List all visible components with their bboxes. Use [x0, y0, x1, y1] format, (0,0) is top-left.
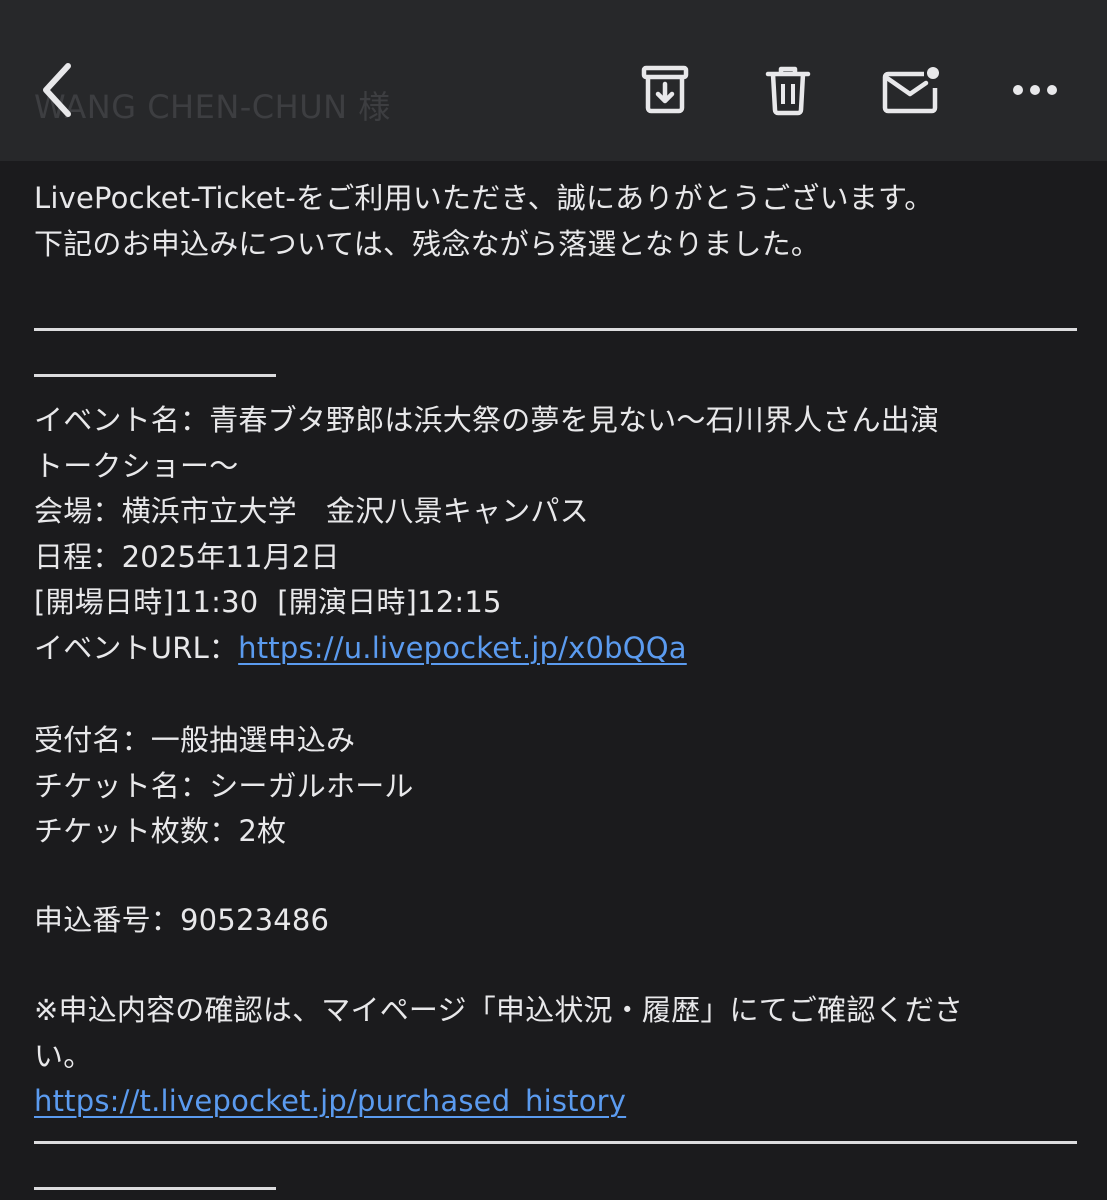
email-toolbar: WANG CHEN-CHUN 様 — [0, 0, 1107, 161]
back-arrow-icon — [43, 63, 71, 117]
application-number-line: 申込番号：90523486 — [34, 903, 330, 937]
mark-unread-button[interactable] — [880, 58, 944, 122]
history-url-link[interactable]: https://t.livepocket.jp/purchased_histor… — [34, 1084, 626, 1118]
email-intro: LivePocket-Ticket-をご利用いただき、誠にありがとうございます。… — [34, 176, 1079, 267]
note-line-1: ※申込内容の確認は、マイページ「申込状況・履歴」にてご確認くださ — [34, 993, 964, 1027]
event-name-line-2: トークショー〜 — [34, 448, 239, 483]
event-details: イベント名：青春ブタ野郎は浜大祭の夢を見ない〜石川界人さん出演 トークショー〜 … — [34, 398, 1079, 671]
intro-line-2: 下記のお申込みについては、残念ながら落選となりました。 — [34, 226, 821, 261]
ticket-count-line: チケット枚数：2枚 — [34, 814, 287, 848]
trash-icon — [765, 66, 811, 116]
back-button[interactable] — [26, 58, 90, 122]
date-line: 日程：2025年11月2日 — [34, 539, 340, 574]
ticket-name-line: チケット名：シーガルホール — [34, 768, 414, 803]
divider-line-continued — [34, 374, 276, 377]
event-url-label: イベントURL： — [34, 630, 239, 665]
times-line: [開場日時]11:30 [開演日時]12:15 — [34, 585, 502, 619]
event-name-line-1: イベント名：青春ブタ野郎は浜大祭の夢を見ない〜石川界人さん出演 — [34, 403, 940, 437]
reception-name-line: 受付名：一般抽選申込み — [34, 723, 356, 757]
divider-line-bottom — [34, 1141, 1077, 1144]
archive-icon — [641, 65, 689, 114]
intro-line-1: LivePocket-Ticket-をご利用いただき、誠にありがとうございます。 — [34, 181, 934, 215]
ticket-details: 受付名：一般抽選申込み チケット名：シーガルホール チケット枚数：2枚 — [34, 718, 1079, 855]
confirmation-note: ※申込内容の確認は、マイページ「申込状況・履歴」にてご確認くださ い。 http… — [34, 988, 1079, 1125]
more-icon — [1013, 85, 1057, 95]
divider-line — [34, 328, 1077, 331]
mark-unread-icon — [882, 67, 939, 114]
delete-button[interactable] — [756, 58, 820, 122]
archive-button[interactable] — [633, 58, 697, 122]
event-url-line: イベントURL：https://u.livepocket.jp/x0bQQa — [34, 626, 1079, 672]
more-options-button[interactable] — [1003, 58, 1067, 122]
event-url-link[interactable]: https://u.livepocket.jp/x0bQQa — [238, 631, 687, 665]
application-number-block: 申込番号：90523486 — [34, 898, 1079, 944]
divider-line-bottom-continued — [34, 1187, 276, 1190]
note-line-2: い。 — [34, 1038, 93, 1073]
venue-line: 会場：横浜市立大学 金沢八景キャンパス — [34, 494, 589, 528]
history-url-line: https://t.livepocket.jp/purchased_histor… — [34, 1079, 1079, 1125]
